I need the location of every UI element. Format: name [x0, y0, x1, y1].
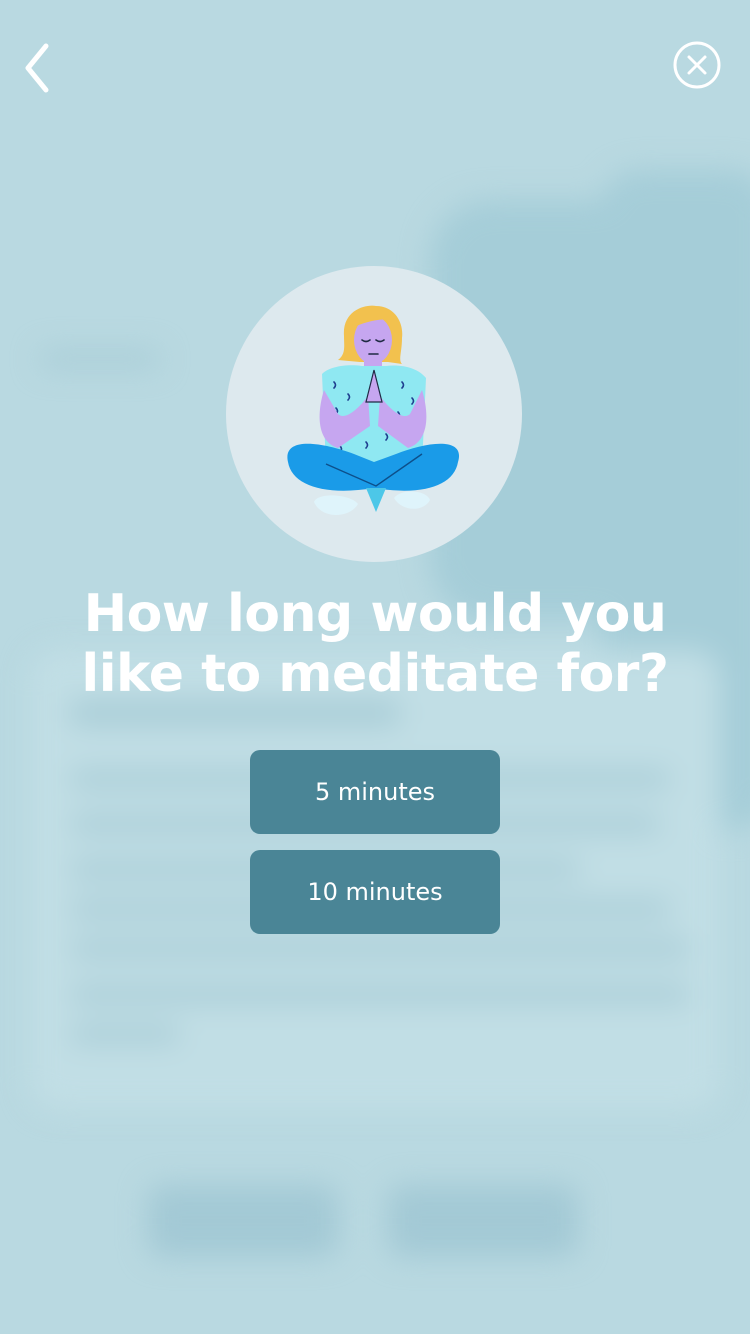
meditation-illustration [226, 266, 522, 562]
background-shape [600, 170, 750, 830]
background-text-line [70, 940, 690, 958]
close-circle-icon [673, 41, 721, 89]
page-title: How long would you like to meditate for? [81, 584, 669, 704]
background-text-line [40, 350, 160, 368]
back-button[interactable] [18, 40, 62, 96]
meditating-person-illustration [287, 305, 460, 515]
option-10-minutes-button[interactable]: 10 minutes [250, 850, 500, 934]
background-button [388, 1185, 578, 1257]
background-text-line [70, 1025, 180, 1043]
chevron-left-icon [25, 43, 49, 93]
option-5-minutes-button[interactable]: 5 minutes [250, 750, 500, 834]
close-button[interactable] [673, 41, 721, 89]
background-button [148, 1185, 338, 1257]
background-text-line [70, 985, 690, 1003]
